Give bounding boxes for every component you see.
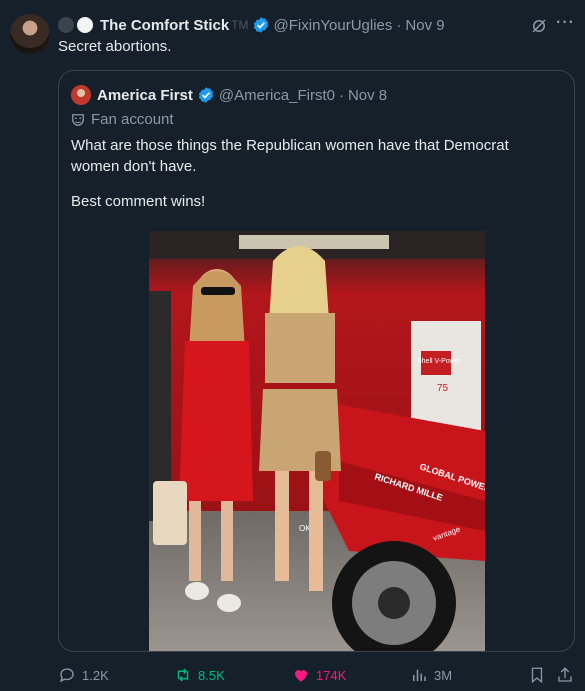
quoted-text-line: Best comment wins! [71,193,206,210]
tweet-header: The Comfort Stick TM @FixinYourUglies · … [58,16,445,34]
quoted-tweet[interactable]: America First @America_First0 · Nov 8 Fa… [58,70,575,652]
separator: · [396,16,402,34]
tweet-date[interactable]: Nov 9 [405,17,444,34]
photo-illustration: Shell V-Power 75 RICHARD MILLE GLOBAL PO… [149,231,485,651]
quoted-handle[interactable]: @America_First0 [219,87,335,104]
action-bar: 1.2K 8.5K 174K 3M [0,660,585,690]
photo-text-brand: Shell V-Power [417,358,462,365]
author-name-suffix: TM [231,18,249,32]
bookmark-icon [531,667,543,684]
like-count: 174K [316,667,347,683]
views-button[interactable]: 3M [410,666,452,684]
tweet-text: Secret abortions. [58,38,172,55]
reply-icon [59,668,74,683]
repost-icon [177,668,189,682]
view-count: 3M [434,667,453,683]
grok-icon[interactable] [530,17,548,35]
heart-icon [295,670,307,682]
quoted-photo[interactable]: Shell V-Power 75 RICHARD MILLE GLOBAL PO… [149,231,485,651]
quoted-avatar[interactable] [71,85,91,105]
author-name[interactable]: The Comfort Stick [100,17,229,34]
reply-button[interactable]: 1.2K [58,666,109,684]
photo-text-number: 75 [437,383,449,394]
repost-button[interactable]: 8.5K [174,666,225,684]
quoted-header: America First @America_First0 · Nov 8 [71,85,387,105]
author-avatar[interactable] [10,14,50,54]
quoted-date[interactable]: Nov 8 [348,87,387,104]
quoted-author-name[interactable]: America First [97,87,193,104]
bookmark-button[interactable] [528,666,546,684]
emoji-white-circle-icon [77,17,93,33]
reply-count: 1.2K [82,667,109,683]
share-button[interactable] [556,666,574,684]
quoted-text: What are those things the Republican wom… [71,135,561,212]
verified-badge-icon[interactable] [197,86,215,104]
views-icon [413,669,426,681]
share-icon [558,667,572,682]
fan-account-badge: Fan account [71,111,174,128]
emoji-dark-circle-icon [58,17,74,33]
author-handle[interactable]: @FixinYourUglies [274,17,393,34]
more-options-icon[interactable]: ··· [556,14,575,32]
theater-mask-icon [72,113,84,126]
verified-badge-icon[interactable] [252,16,270,34]
like-button[interactable]: 174K [292,666,346,684]
fan-account-label: Fan account [91,111,174,128]
separator: · [338,86,344,104]
repost-count: 8.5K [198,667,225,683]
quoted-text-line: What are those things the Republican wom… [71,137,509,175]
